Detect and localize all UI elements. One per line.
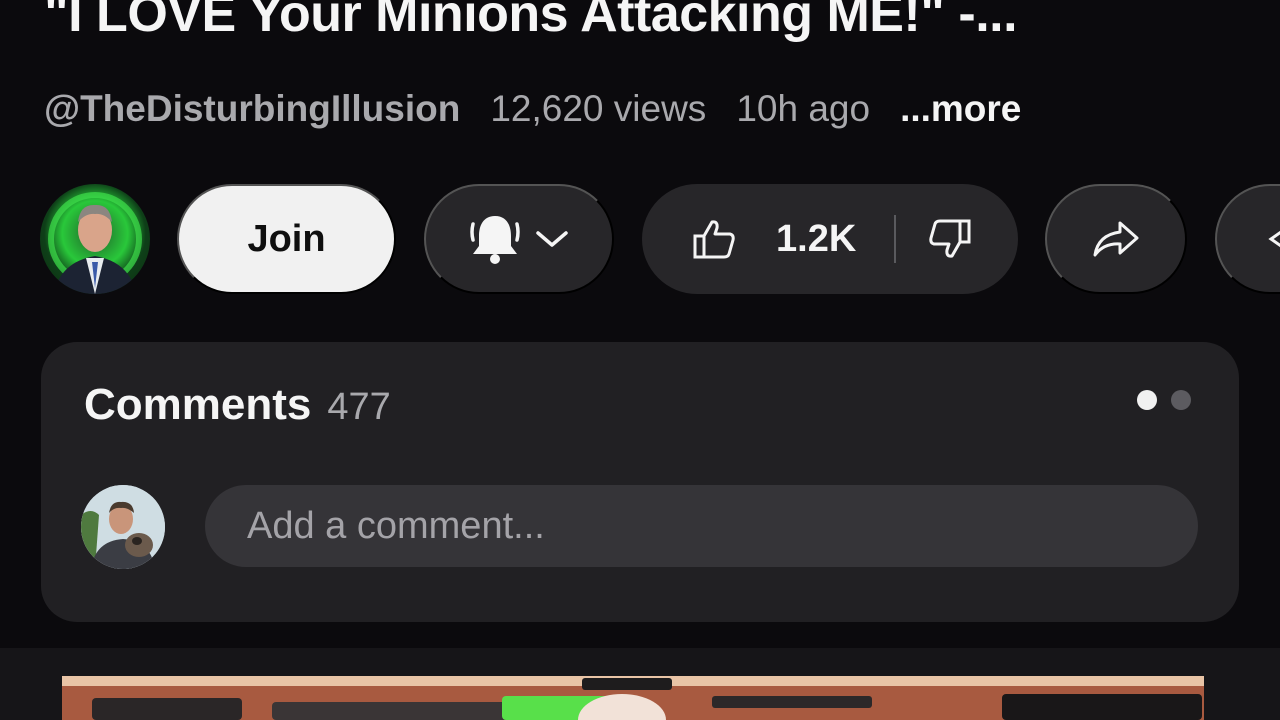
thumbs-up-icon[interactable] — [692, 218, 736, 260]
channel-avatar[interactable] — [40, 184, 150, 294]
user-avatar-image — [81, 485, 165, 569]
video-meta-row: @TheDisturbingIllusion 12,620 views 10h … — [44, 86, 1021, 132]
share-button[interactable] — [1045, 184, 1187, 294]
like-separator — [894, 215, 897, 263]
comments-card[interactable]: Comments 477 — [41, 342, 1239, 622]
user-avatar — [81, 485, 165, 569]
more-link[interactable]: ...more — [900, 88, 1021, 130]
chevron-down-icon — [536, 231, 568, 247]
upload-age: 10h ago — [736, 88, 871, 129]
comments-header: Comments 477 — [84, 380, 391, 430]
video-watch-page: "I LOVE Your Minions Attacking ME!" -...… — [0, 0, 1280, 720]
carousel-dot[interactable] — [1171, 390, 1191, 410]
comment-input[interactable] — [205, 485, 1198, 567]
comments-count: 477 — [327, 386, 391, 428]
thumbs-down-icon[interactable] — [928, 218, 972, 260]
remix-icon — [1268, 230, 1280, 248]
comments-label: Comments — [84, 380, 312, 429]
thumbnail-image — [62, 676, 1204, 720]
carousel-dots — [1137, 390, 1191, 410]
notifications-button[interactable] — [424, 184, 614, 294]
video-thumbnail-preview[interactable] — [62, 676, 1204, 720]
remix-button[interactable] — [1215, 184, 1280, 294]
view-count: 12,620 views — [490, 88, 707, 129]
carousel-dot-active[interactable] — [1137, 390, 1157, 410]
like-count: 1.2K — [776, 217, 857, 260]
like-dislike-group: 1.2K — [642, 184, 1018, 294]
share-icon — [1093, 221, 1139, 257]
video-title[interactable]: "I LOVE Your Minions Attacking ME!" -... — [44, 0, 1018, 44]
join-button[interactable]: Join — [177, 184, 396, 294]
channel-avatar-image — [48, 192, 142, 294]
bell-icon — [470, 216, 520, 264]
channel-handle[interactable]: @TheDisturbingIllusion — [44, 88, 460, 130]
